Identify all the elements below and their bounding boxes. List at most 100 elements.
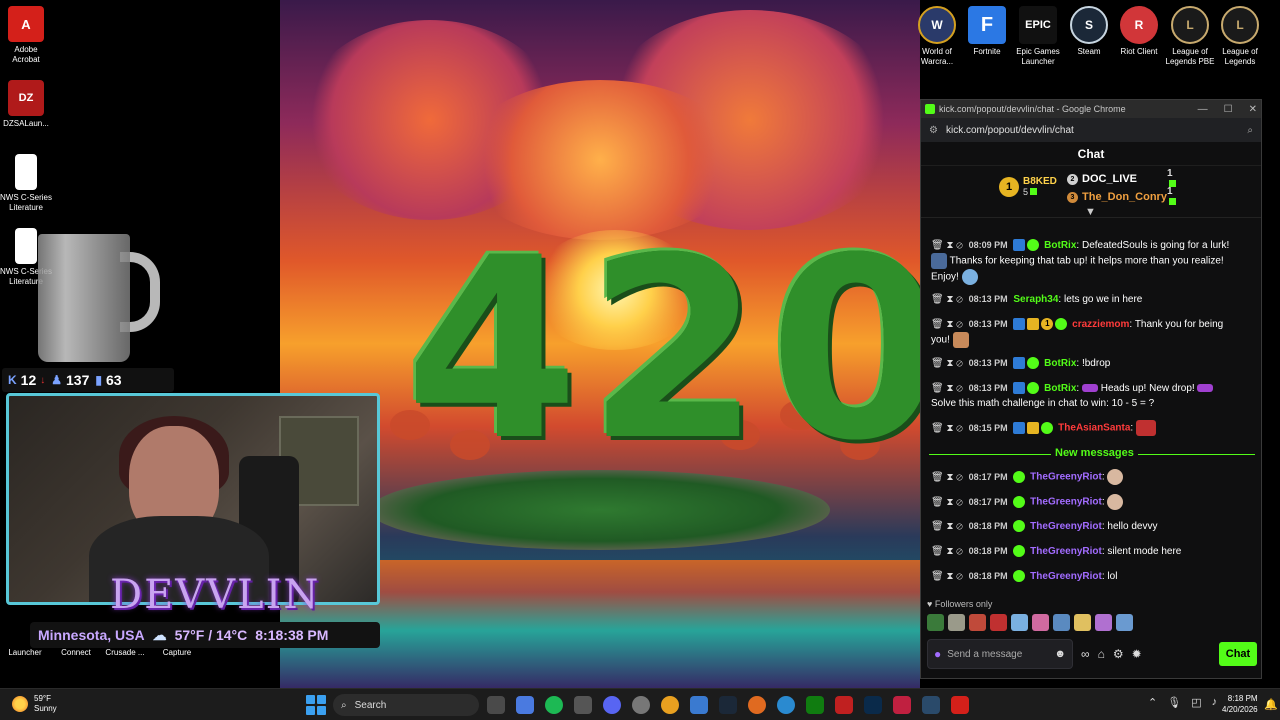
desktop-icon-connect[interactable]: Connect bbox=[51, 648, 101, 657]
indesign-icon[interactable] bbox=[893, 696, 911, 714]
devvlin-logo: DEVVLIN bbox=[110, 572, 321, 618]
emote-icon[interactable] bbox=[927, 614, 944, 631]
desktop-icon-capture[interactable]: Capture bbox=[152, 648, 202, 657]
taskbar-search[interactable]: ⌕ Search bbox=[333, 694, 479, 716]
volume-icon[interactable]: ♪ bbox=[1212, 696, 1218, 709]
steam-icon[interactable] bbox=[719, 696, 737, 714]
arrow-down-icon: ↓ bbox=[40, 374, 46, 386]
steam-icon[interactable] bbox=[922, 696, 940, 714]
chat-message-input[interactable]: ● Send a message ☻ bbox=[927, 639, 1073, 669]
verified-badge-icon bbox=[1027, 357, 1040, 370]
desktop-icon-lol[interactable]: L League of Legends bbox=[1215, 6, 1265, 67]
cloud-sun-icon: ☁ bbox=[152, 626, 167, 643]
app-icon[interactable] bbox=[574, 696, 592, 714]
emoji-icon[interactable]: ☻ bbox=[1054, 648, 1066, 660]
message-tools-icons[interactable]: 🗑 ⧗ ⊘ bbox=[931, 358, 963, 369]
leaderboard-third[interactable]: 3 The_Don_Conry 1 bbox=[1067, 186, 1176, 205]
settings-gear-icon[interactable]: ⚙ bbox=[1113, 647, 1124, 661]
chrome-icon[interactable] bbox=[661, 696, 679, 714]
emote-icon[interactable] bbox=[1116, 614, 1133, 631]
desktop-icon-steam[interactable]: S Steam bbox=[1064, 6, 1114, 57]
emote-icon[interactable] bbox=[969, 614, 986, 631]
network-icon[interactable]: ◰ bbox=[1191, 696, 1201, 709]
new-messages-divider[interactable]: New messages bbox=[929, 447, 1255, 461]
badge-gear-icon[interactable]: ✹ bbox=[1132, 647, 1142, 661]
obs-icon[interactable] bbox=[632, 696, 650, 714]
chat-message: 🗑 ⧗ ⊘ 08:18 PM TheGreenyRiot: silent mod… bbox=[931, 545, 1182, 558]
microphone-icon[interactable]: 🎙 bbox=[1167, 696, 1181, 709]
acrobat-icon[interactable] bbox=[951, 696, 969, 714]
microphone-icon[interactable]: ● bbox=[934, 647, 941, 661]
message-tools-icons[interactable]: 🗑 ⧗ ⊘ bbox=[931, 319, 963, 330]
desktop-icon-epic-games[interactable]: EPIC Epic Games Launcher bbox=[1013, 6, 1063, 67]
desktop-icon-lol-pbe[interactable]: L League of Legends PBE bbox=[1165, 6, 1215, 67]
desktop-icon-nws-literature-1[interactable]: NWS C-Series Literature bbox=[0, 154, 52, 213]
kick-k-icon: K bbox=[8, 373, 17, 387]
message-tools-icons[interactable]: 🗑 ⧗ ⊘ bbox=[931, 497, 963, 508]
leaderboard-first[interactable]: 1 B8KED 5 bbox=[999, 176, 1057, 197]
firefox-icon[interactable] bbox=[748, 696, 766, 714]
emote-icon bbox=[931, 253, 947, 269]
xbox-icon[interactable] bbox=[806, 696, 824, 714]
message-tools-icons[interactable]: 🗑 ⧗ ⊘ bbox=[931, 521, 963, 532]
desktop-icon-world-of-warcraft[interactable]: W World of Warcra... bbox=[912, 6, 962, 67]
moderator-badge-icon bbox=[1013, 318, 1026, 331]
edge-icon[interactable] bbox=[777, 696, 795, 714]
chevron-up-icon[interactable]: ⌃ bbox=[1148, 696, 1157, 709]
chat-message: 🗑 ⧗ ⊘ 08:13 PM 1 crazziemom: Thank you f… bbox=[931, 317, 1251, 348]
emote-icon[interactable] bbox=[1095, 614, 1112, 631]
desktop-icon-riot-client[interactable]: R Riot Client bbox=[1114, 6, 1164, 57]
task-view-icon[interactable] bbox=[487, 696, 505, 714]
location-text: Minnesota, USA bbox=[38, 627, 145, 643]
emote-icon[interactable] bbox=[1032, 614, 1049, 631]
verified-badge-icon bbox=[1027, 382, 1040, 395]
expand-chevron-icon[interactable]: ▼ bbox=[1085, 206, 1096, 218]
dzsa-icon: DZ bbox=[8, 80, 44, 116]
emote-icon[interactable] bbox=[1074, 614, 1091, 631]
taskbar-clock[interactable]: 8:18 PM 4/20/2026 bbox=[1222, 693, 1258, 715]
close-icon[interactable]: ✕ bbox=[1249, 104, 1257, 115]
weather-widget[interactable]: 59°F Sunny bbox=[12, 694, 57, 714]
window-titlebar[interactable]: kick.com/popout/devvlin/chat - Google Ch… bbox=[921, 100, 1261, 118]
desktop-icon-crusade[interactable]: Crusade ... bbox=[100, 648, 150, 657]
verified-badge-icon bbox=[1013, 545, 1026, 558]
photoshop-icon[interactable] bbox=[864, 696, 882, 714]
message-tools-icons[interactable]: 🗑 ⧗ ⊘ bbox=[931, 546, 963, 557]
send-chat-button[interactable]: Chat bbox=[1219, 642, 1257, 666]
message-tools-icons[interactable]: 🗑 ⧗ ⊘ bbox=[931, 423, 963, 434]
desktop-icon-adobe-acrobat[interactable]: A Adobe Acrobat bbox=[0, 6, 52, 65]
chat-message-list[interactable]: 🗑 ⧗ ⊘ 08:09 PM BotRix: DefeatedSouls is … bbox=[921, 238, 1263, 608]
notification-bell-icon[interactable]: 🔔 bbox=[1264, 698, 1278, 711]
spotify-icon[interactable] bbox=[545, 696, 563, 714]
desktop-icon-dzsa-launcher[interactable]: DZ DZSALaun... bbox=[0, 80, 52, 129]
message-tools-icons[interactable]: 🗑 ⧗ ⊘ bbox=[931, 294, 963, 305]
system-tray: ⌃ 🎙 ◰ ♪ bbox=[1148, 696, 1217, 709]
copilot-icon[interactable] bbox=[516, 696, 534, 714]
acrobat-icon: A bbox=[8, 6, 44, 42]
moderator-badge-icon bbox=[1013, 422, 1026, 434]
store-icon[interactable]: ⌂ bbox=[1098, 647, 1105, 661]
message-tools-icons[interactable]: 🗑 ⧗ ⊘ bbox=[931, 472, 963, 483]
emote-icon[interactable] bbox=[990, 614, 1007, 631]
emote-icon[interactable] bbox=[948, 614, 965, 631]
emote-icon[interactable] bbox=[1053, 614, 1070, 631]
leaderboard-second[interactable]: 2 DOC_LIVE 1 bbox=[1067, 168, 1176, 187]
heart-icon: ♥ bbox=[927, 599, 933, 609]
message-tools-icons[interactable]: 🗑 ⧗ ⊘ bbox=[931, 571, 963, 582]
desktop-icon-launcher[interactable]: Launcher bbox=[0, 648, 50, 657]
maximize-icon[interactable]: ☐ bbox=[1224, 104, 1233, 115]
app-icon[interactable] bbox=[835, 696, 853, 714]
site-info-icon[interactable]: ⚙ bbox=[929, 125, 938, 136]
minimize-icon[interactable]: — bbox=[1198, 104, 1208, 115]
address-bar[interactable]: ⚙ kick.com/popout/devvlin/chat ⌕ bbox=[921, 118, 1261, 142]
store-icon[interactable] bbox=[690, 696, 708, 714]
discord-icon[interactable] bbox=[603, 696, 621, 714]
desktop-icon-fortnite[interactable]: F Fortnite bbox=[962, 6, 1012, 57]
link-icon[interactable]: ∞ bbox=[1081, 647, 1090, 661]
message-tools-icons[interactable]: 🗑 ⧗ ⊘ bbox=[931, 383, 963, 394]
emote-icon[interactable] bbox=[1011, 614, 1028, 631]
start-button[interactable] bbox=[306, 695, 326, 715]
zoom-icon[interactable]: ⌕ bbox=[1247, 125, 1253, 136]
message-tools-icons[interactable]: 🗑 ⧗ ⊘ bbox=[931, 240, 963, 251]
url-text[interactable]: kick.com/popout/devvlin/chat bbox=[946, 125, 1074, 136]
